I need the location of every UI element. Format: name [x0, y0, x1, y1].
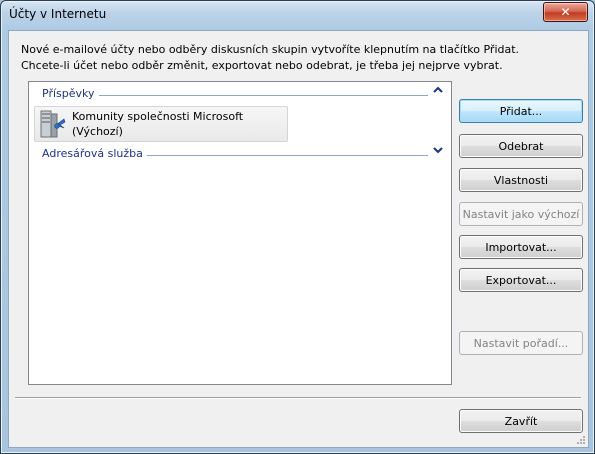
group-label: Příspěvky: [42, 87, 99, 100]
account-item[interactable]: Komunity společnosti Microsoft (Výchozí): [34, 106, 288, 142]
title-bar[interactable]: Účty v Internetu ✕: [1, 1, 594, 29]
remove-button[interactable]: Odebrat: [459, 134, 583, 158]
resize-grip-icon[interactable]: [576, 435, 586, 445]
group-header-directory[interactable]: Adresářová služba: [42, 147, 444, 162]
dialog-window: Účty v Internetu ✕ Nové e-mailové účty n…: [0, 0, 595, 454]
import-button[interactable]: Importovat...: [459, 235, 583, 259]
close-icon: ✕: [560, 5, 571, 19]
dialog-client-area: Nové e-mailové účty nebo odběry diskusní…: [8, 30, 589, 448]
chevron-down-icon[interactable]: [432, 146, 444, 160]
instructions: Nové e-mailové účty nebo odběry diskusní…: [21, 42, 519, 74]
account-label: Komunity společnosti Microsoft (Výchozí): [72, 109, 243, 139]
export-button[interactable]: Exportovat...: [459, 268, 583, 292]
group-divider: [42, 95, 428, 96]
close-button[interactable]: Zavřít: [459, 409, 583, 433]
close-window-button[interactable]: ✕: [543, 2, 588, 22]
chevron-up-icon[interactable]: [432, 86, 444, 100]
instruction-line-1: Nové e-mailové účty nebo odběry diskusní…: [21, 43, 520, 56]
set-order-button[interactable]: Nastavit pořadí...: [459, 331, 583, 355]
window-title: Účty v Internetu: [9, 7, 107, 21]
group-label: Adresářová služba: [42, 147, 147, 160]
add-button[interactable]: Přidat...: [459, 99, 583, 123]
accounts-list[interactable]: Příspěvky Komunity společnosti Microsoft: [28, 81, 452, 385]
instruction-line-2: Chcete-li účet nebo odběr změnit, export…: [21, 59, 503, 72]
properties-button[interactable]: Vlastnosti: [459, 168, 583, 192]
group-header-news[interactable]: Příspěvky: [42, 86, 444, 102]
news-server-icon: [40, 110, 66, 138]
separator-line: [15, 397, 581, 399]
default-tag: (Výchozí): [72, 125, 123, 138]
set-default-button[interactable]: Nastavit jako výchozí: [459, 202, 583, 226]
account-name: Komunity společnosti Microsoft: [72, 110, 244, 123]
